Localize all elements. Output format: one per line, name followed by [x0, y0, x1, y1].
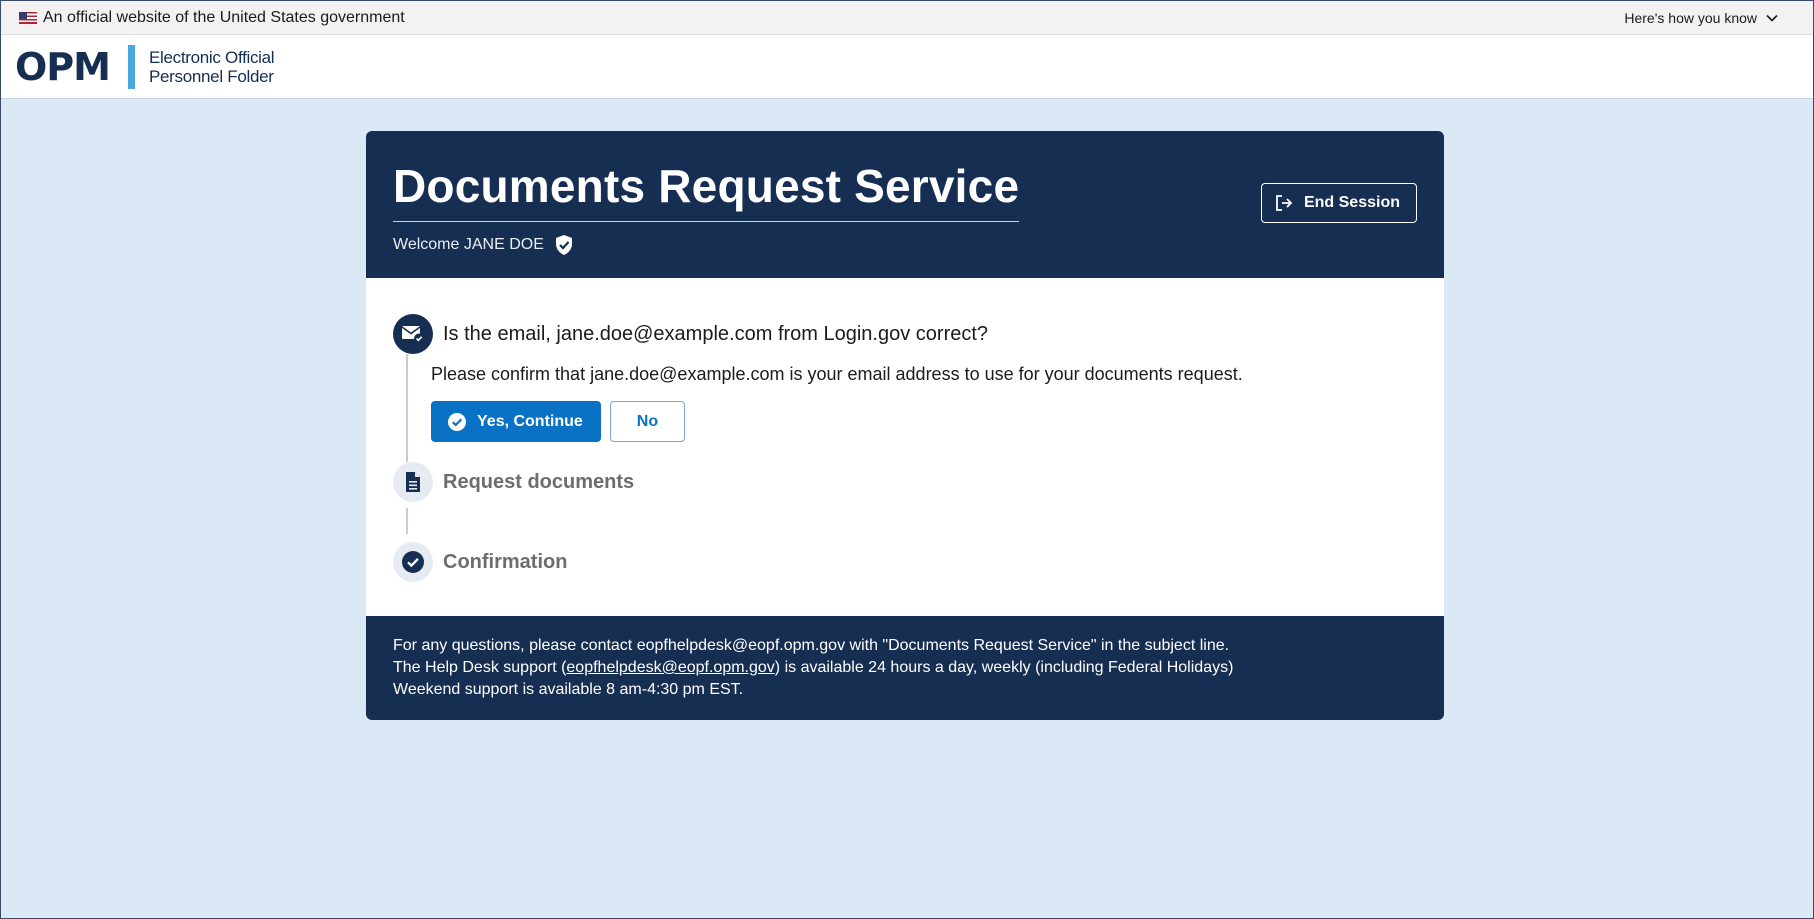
no-button[interactable]: No: [609, 401, 686, 442]
confirm-suffix: is your email address to use for your do…: [789, 364, 1243, 384]
yes-continue-button[interactable]: Yes, Continue: [431, 401, 601, 442]
confirm-prefix: Please confirm that: [431, 364, 586, 384]
step-1-content: Please confirm that jane.doe@example.com…: [406, 354, 1417, 462]
site-name-line2: Personnel Folder: [148, 66, 274, 86]
welcome-line: Welcome JANE DOE: [393, 234, 1417, 256]
gov-banner-text: An official website of the United States…: [43, 8, 405, 26]
step-1-title-suffix: from Login.gov correct?: [777, 322, 989, 345]
site-name-line1: Electronic Official: [148, 47, 275, 67]
page-title: Documents Request Service: [393, 159, 1020, 222]
us-flag-icon: [19, 11, 37, 24]
helpdesk-email-link[interactable]: eopfhelpdesk@eopf.opm.gov: [566, 659, 774, 676]
site-name: Electronic Official Personnel Folder: [148, 47, 275, 86]
step-1-title: Is the email, jane.doe@example.com from …: [443, 323, 988, 346]
logo-divider: [127, 44, 135, 89]
opm-logo-text: OPM: [15, 44, 111, 89]
footer-line-1: For any questions, please contact eopfhe…: [393, 637, 1230, 654]
step-2-title: Request documents: [443, 470, 635, 493]
site-header: OPM Electronic Official Personnel Folder: [1, 35, 1813, 99]
end-session-button[interactable]: End Session: [1260, 183, 1417, 223]
step-3-title: Confirmation: [443, 550, 568, 573]
page: An official website of the United States…: [0, 0, 1814, 919]
end-session-label: End Session: [1303, 194, 1400, 211]
card-footer: For any questions, please contact eopfhe…: [366, 616, 1444, 720]
gov-banner: An official website of the United States…: [1, 1, 1813, 35]
how-you-know-toggle[interactable]: Here's how you know: [1624, 10, 1779, 26]
card-header: Documents Request Service Welcome JANE D…: [366, 131, 1444, 278]
document-icon: [406, 472, 420, 492]
step-3-badge: [393, 542, 433, 582]
step-1-title-prefix: Is the email,: [443, 322, 551, 345]
footer-line-2-suffix: ) is available 24 hours a day, weekly (i…: [774, 659, 1234, 676]
check-circle-icon: [402, 551, 424, 573]
footer-line-2-prefix: The Help Desk support (: [393, 659, 567, 676]
no-label: No: [636, 412, 659, 430]
welcome-prefix: Welcome: [393, 236, 460, 253]
how-you-know-label[interactable]: Here's how you know: [1624, 10, 1757, 26]
step-confirmation: Confirmation: [393, 542, 1417, 582]
yes-continue-label: Yes, Continue: [477, 412, 583, 430]
step-2-badge: [393, 462, 433, 502]
logout-icon: [1276, 195, 1293, 211]
footer-line-3: Weekend support is available 8 am-4:30 p…: [393, 681, 744, 698]
user-name: JANE DOE: [463, 236, 544, 253]
step-1-email: jane.doe@example.com: [556, 322, 773, 345]
chevron-down-icon: [1766, 14, 1778, 22]
step-1-badge: [393, 314, 433, 354]
step-email-confirm: Is the email, jane.doe@example.com from …: [393, 314, 1417, 354]
footer-line-2: The Help Desk support (eopfhelpdesk@eopf…: [393, 657, 1417, 679]
check-circle-icon: [448, 412, 466, 431]
step-request-documents: Request documents: [393, 462, 1417, 502]
step-connector: [406, 508, 1417, 534]
opm-logo[interactable]: OPM: [15, 44, 111, 89]
envelope-check-icon: [401, 326, 424, 344]
confirm-message: Please confirm that jane.doe@example.com…: [431, 364, 1417, 385]
step-list: Is the email, jane.doe@example.com from …: [366, 278, 1444, 616]
confirm-email: jane.doe@example.com: [590, 364, 785, 384]
confirm-buttons: Yes, Continue No: [431, 401, 1417, 442]
documents-request-card: Documents Request Service Welcome JANE D…: [366, 131, 1444, 720]
verified-shield-icon: [555, 235, 572, 255]
